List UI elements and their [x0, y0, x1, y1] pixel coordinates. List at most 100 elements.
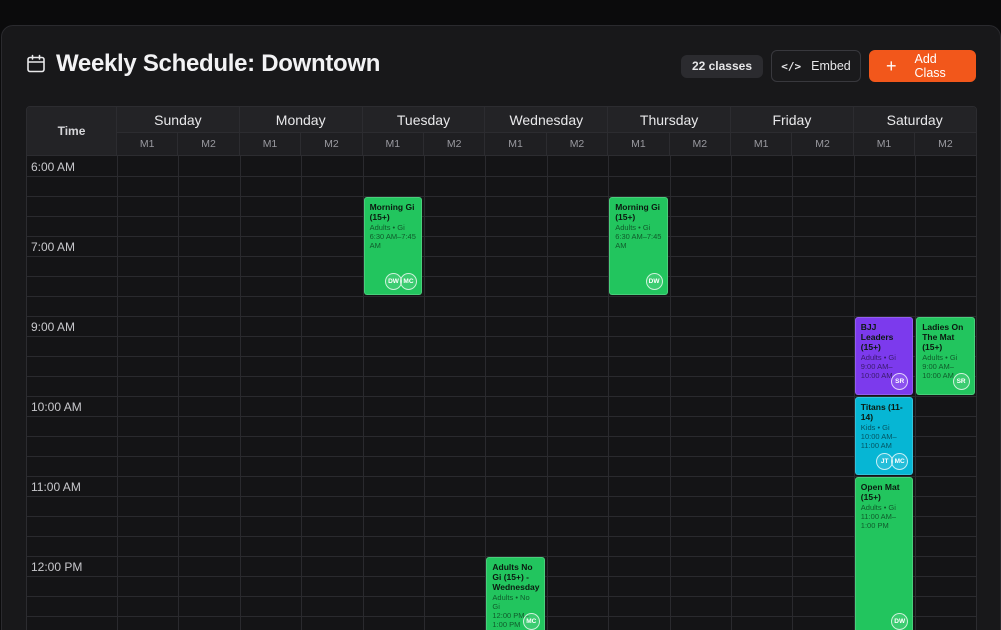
- title-wrap: Weekly Schedule: Downtown: [26, 50, 380, 78]
- event-time: 10:00 AM–11:00 AM: [860, 432, 897, 450]
- add-class-label: Add Class: [914, 52, 946, 80]
- avatar: DW: [645, 273, 663, 290]
- header-actions: 22 classes </> Embed + Add Class: [680, 50, 976, 82]
- event-title: Adults No Gi (15+) - Wednesday: [492, 562, 540, 592]
- grid-body: 6:00 AM 7:00 AM 9:00 AM 10:00 AM 11:00 AM 12:…: [27, 155, 976, 630]
- time-column-header: Time: [27, 107, 117, 155]
- instructor-avatars: DW MC: [384, 273, 417, 290]
- event-subtitle: Adults • Gi: [922, 353, 958, 362]
- mat-header-friday-m1: M1: [731, 132, 793, 155]
- mat-header-sunday-m2: M2: [178, 132, 240, 155]
- instructor-avatars: DW: [645, 273, 663, 290]
- schedule-panel: Weekly Schedule: Downtown 22 classes </>…: [1, 25, 1001, 630]
- class-event[interactable]: BJJ Leaders (15+) Adults • Gi 9:00 AM–10:0…: [854, 317, 914, 395]
- event-subtitle: Adults • Gi: [860, 353, 896, 362]
- grid-row-line: [27, 516, 976, 517]
- add-class-button[interactable]: + Add Class: [869, 50, 976, 82]
- schedule-header: Weekly Schedule: Downtown 22 classes </>…: [2, 26, 1000, 106]
- event-subtitle: Adults • No Gi: [492, 593, 530, 611]
- avatar: SR: [891, 373, 909, 390]
- day-header-monday: Monday: [240, 107, 363, 132]
- event-time: 6:30 AM–7:45 AM: [615, 232, 662, 250]
- grid-row-line: [27, 256, 976, 257]
- event-title: BJJ Leaders (15+): [860, 322, 894, 352]
- mat-header-monday-m2: M2: [301, 132, 363, 155]
- time-label: 9:00 AM: [31, 320, 76, 334]
- mat-header-thursday-m1: M1: [608, 132, 670, 155]
- plus-icon: +: [886, 56, 897, 76]
- mat-header-thursday-m2: M2: [670, 132, 731, 155]
- event-title: Open Mat (15+): [860, 482, 900, 502]
- grid-col-line: [424, 156, 425, 630]
- schedule-grid: Time 6:00 AM 7:00 AM 9:00 AM 10:00 AM 11:00 …: [26, 106, 977, 630]
- grid-col-line: [301, 156, 303, 630]
- event-subtitle: Kids • Gi: [860, 423, 890, 432]
- class-event[interactable]: Adults No Gi (15+) - Wednesday Adults • N…: [486, 557, 545, 630]
- grid-row-line: [27, 496, 976, 497]
- event-title: Ladies On The Mat (15+): [922, 322, 964, 352]
- grid-row-line: [27, 396, 976, 397]
- day-header-thursday: Thursday: [608, 107, 731, 132]
- grid-col-line: [731, 156, 732, 630]
- grid-row-line: [27, 536, 976, 537]
- avatar: MC: [399, 273, 417, 290]
- grid-row-line: [27, 336, 976, 337]
- avatar: SR: [952, 373, 970, 390]
- instructor-avatars: SR: [891, 373, 909, 390]
- grid-col-line: [546, 156, 548, 630]
- mat-header-saturday-m2: M2: [915, 132, 976, 155]
- avatar: DW: [891, 613, 909, 630]
- grid-col-line: [792, 156, 794, 630]
- event-subtitle: Adults • Gi: [369, 223, 405, 232]
- grid-row-line: [27, 376, 976, 377]
- time-label: 12:00 PM: [31, 560, 83, 574]
- event-time: 11:00 AM–1:00 PM: [860, 512, 897, 530]
- grid-col-line: [669, 156, 671, 630]
- grid-row-line: [27, 296, 976, 297]
- grid-row-line: [27, 356, 976, 357]
- grid-row-line: [27, 236, 976, 237]
- class-event[interactable]: Morning Gi (15+) Adults • Gi 6:30 AM–7:45 …: [363, 197, 422, 295]
- event-title: Morning Gi (15+): [369, 202, 415, 222]
- grid-col-line: [239, 156, 241, 630]
- instructor-avatars: DW: [891, 613, 909, 630]
- page-title: Weekly Schedule: Downtown: [56, 50, 381, 77]
- mat-header-monday-m1: M1: [240, 132, 302, 155]
- calendar-icon: [27, 54, 45, 73]
- mat-header-tuesday-m2: M2: [424, 132, 486, 155]
- event-title: Morning Gi (15+): [615, 202, 661, 222]
- code-icon: </>: [781, 59, 802, 73]
- time-label: 11:00 AM: [31, 480, 81, 494]
- grid-row-line: [27, 216, 976, 217]
- time-label: 6:00 AM: [31, 160, 76, 174]
- class-event[interactable]: Ladies On The Mat (15+) Adults • Gi 9:00 A…: [916, 317, 975, 395]
- embed-button[interactable]: </> Embed: [771, 50, 861, 82]
- mat-header-saturday-m1: M1: [854, 132, 916, 155]
- mat-header-friday-m2: M2: [792, 132, 854, 155]
- grid-row-line: [27, 416, 976, 417]
- day-header-friday: Friday: [731, 107, 854, 132]
- grid-col-line: [117, 156, 118, 630]
- grid-row-line: [27, 316, 976, 317]
- event-time: 6:30 AM–7:45 AM: [369, 232, 416, 250]
- instructor-avatars: SR: [952, 373, 970, 390]
- grid-row-line: [27, 476, 976, 477]
- mat-header-wednesday-m2: M2: [547, 132, 609, 155]
- event-title: Titans (11-14): [860, 402, 903, 422]
- grid-row-line: [27, 456, 976, 457]
- grid-row-line: [27, 196, 976, 197]
- day-header-sunday: Sunday: [117, 107, 240, 132]
- class-event[interactable]: Titans (11-14) Kids • Gi 10:00 AM–11:00 AM…: [854, 397, 914, 475]
- day-header-wednesday: Wednesday: [485, 107, 609, 132]
- avatar: MC: [891, 453, 909, 470]
- grid-row-line: [27, 176, 976, 177]
- class-event[interactable]: Morning Gi (15+) Adults • Gi 6:30 AM–7:45 …: [609, 197, 668, 295]
- day-header-tuesday: Tuesday: [363, 107, 486, 132]
- embed-label: Embed: [811, 59, 851, 73]
- event-subtitle: Adults • Gi: [860, 503, 896, 512]
- grid-row-line: [27, 436, 976, 437]
- instructor-avatars: JT MC: [876, 453, 909, 470]
- instructor-avatars: MC: [522, 613, 540, 630]
- mat-header-wednesday-m1: M1: [485, 132, 547, 155]
- class-event[interactable]: Open Mat (15+) Adults • Gi 11:00 AM–1:00 P…: [854, 477, 914, 630]
